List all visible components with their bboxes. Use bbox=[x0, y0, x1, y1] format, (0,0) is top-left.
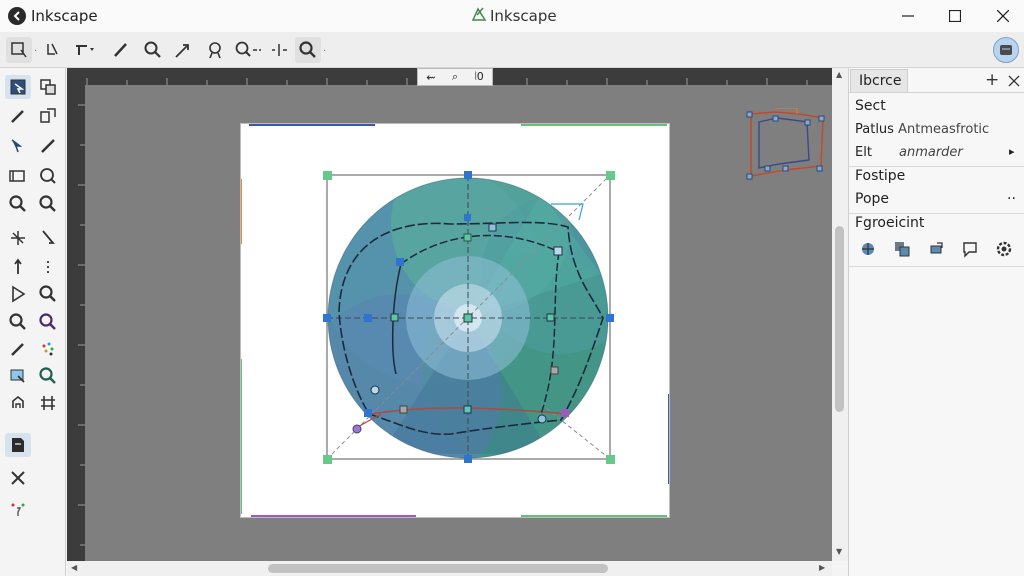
node-edit-tool-icon[interactable] bbox=[5, 134, 31, 158]
dock-row-sect[interactable]: Sect bbox=[855, 98, 886, 118]
star-tool-icon[interactable] bbox=[5, 226, 31, 250]
cut-tool-icon[interactable] bbox=[5, 466, 31, 490]
layers-icon[interactable] bbox=[857, 238, 879, 260]
toolbar-separator: · bbox=[34, 46, 38, 57]
node-tool-icon[interactable] bbox=[40, 37, 66, 63]
document-page[interactable] bbox=[240, 124, 670, 517]
comment-icon[interactable] bbox=[959, 238, 981, 260]
dock-row-label: Pope bbox=[855, 191, 890, 207]
zoom-tool-icon[interactable] bbox=[5, 192, 31, 216]
pointer-tool-icon[interactable] bbox=[5, 255, 31, 279]
drawing-canvas[interactable]: ⇜ ⌕ ⦚0 bbox=[67, 68, 832, 561]
more-options-icon[interactable]: ·· bbox=[1007, 191, 1016, 207]
tweak-object-tool-icon[interactable] bbox=[5, 391, 31, 415]
dock-row-label: Fostipe bbox=[855, 168, 906, 184]
dock-row-value: Antmeasfrotic bbox=[898, 122, 990, 137]
right-dock-panel: Ibcrce + Sect Patlus Antmeasfrotic Elt a… bbox=[848, 68, 1024, 576]
dock-row-fostipe[interactable]: Fostipe bbox=[855, 168, 905, 188]
add-panel-icon[interactable]: + bbox=[985, 70, 999, 90]
page-tool-icon[interactable] bbox=[5, 433, 31, 457]
dock-row-patlus[interactable]: Patlus Antmeasfrotic bbox=[855, 122, 989, 142]
clone-tool-icon[interactable] bbox=[35, 75, 61, 99]
inkscape-logo-icon bbox=[471, 6, 487, 26]
app-logo-icon[interactable] bbox=[8, 7, 26, 25]
inspect-tool-icon[interactable] bbox=[35, 364, 61, 388]
objects-icon[interactable] bbox=[891, 238, 913, 260]
dock-row-label: Fgroeicint bbox=[855, 215, 925, 231]
dock-divider bbox=[849, 166, 1024, 167]
magnify-tool-icon[interactable] bbox=[5, 310, 31, 334]
pencil-tool-icon[interactable] bbox=[5, 104, 31, 128]
dock-row-label: Patlus bbox=[855, 122, 894, 137]
close-panel-icon[interactable] bbox=[1008, 72, 1020, 91]
preferences-button[interactable] bbox=[993, 37, 1019, 63]
expand-arrow-icon[interactable]: ▸ bbox=[1009, 145, 1015, 158]
close-button[interactable] bbox=[979, 0, 1024, 32]
spray-icon[interactable] bbox=[203, 37, 229, 63]
horizontal-scroll-thumb[interactable] bbox=[268, 564, 608, 573]
mesh-tool-icon[interactable] bbox=[35, 391, 61, 415]
pan-icon[interactable]: ⇜ bbox=[426, 71, 435, 84]
find-tool-icon[interactable] bbox=[35, 310, 61, 334]
gradient-tool-icon[interactable] bbox=[5, 364, 31, 388]
maximize-button[interactable] bbox=[931, 0, 979, 32]
vertical-ruler[interactable] bbox=[67, 85, 85, 561]
artwork[interactable] bbox=[240, 124, 670, 517]
connector-tool-icon[interactable] bbox=[35, 226, 61, 250]
zoom-step-icon[interactable] bbox=[267, 37, 293, 63]
dock-divider bbox=[849, 266, 1024, 267]
tool-palette bbox=[0, 68, 66, 576]
dock-tab[interactable]: Ibcrce bbox=[850, 69, 908, 92]
measure-icon[interactable] bbox=[171, 37, 197, 63]
dock-icon-row bbox=[857, 238, 1017, 262]
calligraphy-tool-icon[interactable] bbox=[35, 134, 61, 158]
canvas-zoom-controls: ⇜ ⌕ ⦚0 bbox=[417, 68, 493, 86]
search-tool-icon[interactable] bbox=[35, 282, 61, 306]
toolbar-separator: · bbox=[323, 46, 327, 57]
dock-header: Ibcrce + bbox=[849, 68, 1024, 93]
spray-tool-icon[interactable] bbox=[35, 337, 61, 361]
scroll-left-icon[interactable]: ◀ bbox=[71, 563, 77, 572]
zoom-drawing-icon[interactable] bbox=[295, 37, 321, 63]
app-title: Inkscape bbox=[31, 7, 98, 25]
settings-icon[interactable] bbox=[993, 238, 1015, 260]
eraser-tool-icon[interactable] bbox=[5, 498, 31, 522]
dock-row-value: anmarder bbox=[899, 145, 963, 160]
secondary-object[interactable] bbox=[745, 108, 827, 184]
dock-row-label: Elt bbox=[855, 145, 872, 160]
inkscape-window: Inkscape Inkscape · · ⇜ ⌕ ⦚0 ▲ ▼ ◀ ▶ Ibc… bbox=[0, 0, 1024, 576]
horizontal-scrollbar[interactable]: ◀ ▶ bbox=[67, 561, 832, 576]
title-bar: Inkscape Inkscape bbox=[0, 0, 1024, 32]
minimize-button[interactable] bbox=[884, 0, 932, 32]
vertical-scroll-thumb[interactable] bbox=[835, 226, 844, 412]
zoom-icon[interactable] bbox=[140, 37, 166, 63]
transform-icon[interactable] bbox=[925, 238, 947, 260]
lasso-tool-icon[interactable] bbox=[35, 164, 61, 188]
window-title: Inkscape bbox=[471, 6, 557, 26]
line-tool-icon[interactable] bbox=[5, 337, 31, 361]
window-title-text: Inkscape bbox=[490, 7, 557, 25]
selector-tool-icon[interactable] bbox=[5, 75, 31, 99]
dropper-tool-icon[interactable] bbox=[35, 255, 61, 279]
dock-row-label: Sect bbox=[855, 98, 886, 114]
scroll-up-icon[interactable]: ▲ bbox=[836, 70, 842, 79]
dock-row-elt[interactable]: Elt anmarder ▸ bbox=[855, 145, 1019, 165]
pen-tool-icon[interactable] bbox=[108, 37, 134, 63]
dock-row-fgroeicint[interactable]: Fgroeicint bbox=[855, 215, 924, 235]
scroll-down-icon[interactable]: ▼ bbox=[836, 547, 842, 556]
triangle-tool-icon[interactable] bbox=[5, 282, 31, 306]
zoom-canvas-icon[interactable]: ⌕ bbox=[452, 70, 458, 84]
zoom-out-icon[interactable] bbox=[234, 37, 264, 63]
zoom-fit-tool-icon[interactable] bbox=[35, 192, 61, 216]
dock-row-pope[interactable]: Pope ·· bbox=[855, 191, 1019, 211]
rotate-icon[interactable]: ⦚0 bbox=[474, 70, 483, 84]
commands-toolbar: · · bbox=[0, 32, 1024, 68]
select-tool-icon[interactable] bbox=[6, 37, 32, 63]
tweak-tool-icon[interactable] bbox=[72, 37, 98, 63]
scroll-right-icon[interactable]: ▶ bbox=[819, 563, 825, 572]
text-box-tool-icon[interactable] bbox=[5, 164, 31, 188]
transform-tool-icon[interactable] bbox=[35, 104, 61, 128]
vertical-scrollbar[interactable]: ▲ ▼ bbox=[832, 68, 848, 561]
dock-divider bbox=[849, 213, 1024, 214]
